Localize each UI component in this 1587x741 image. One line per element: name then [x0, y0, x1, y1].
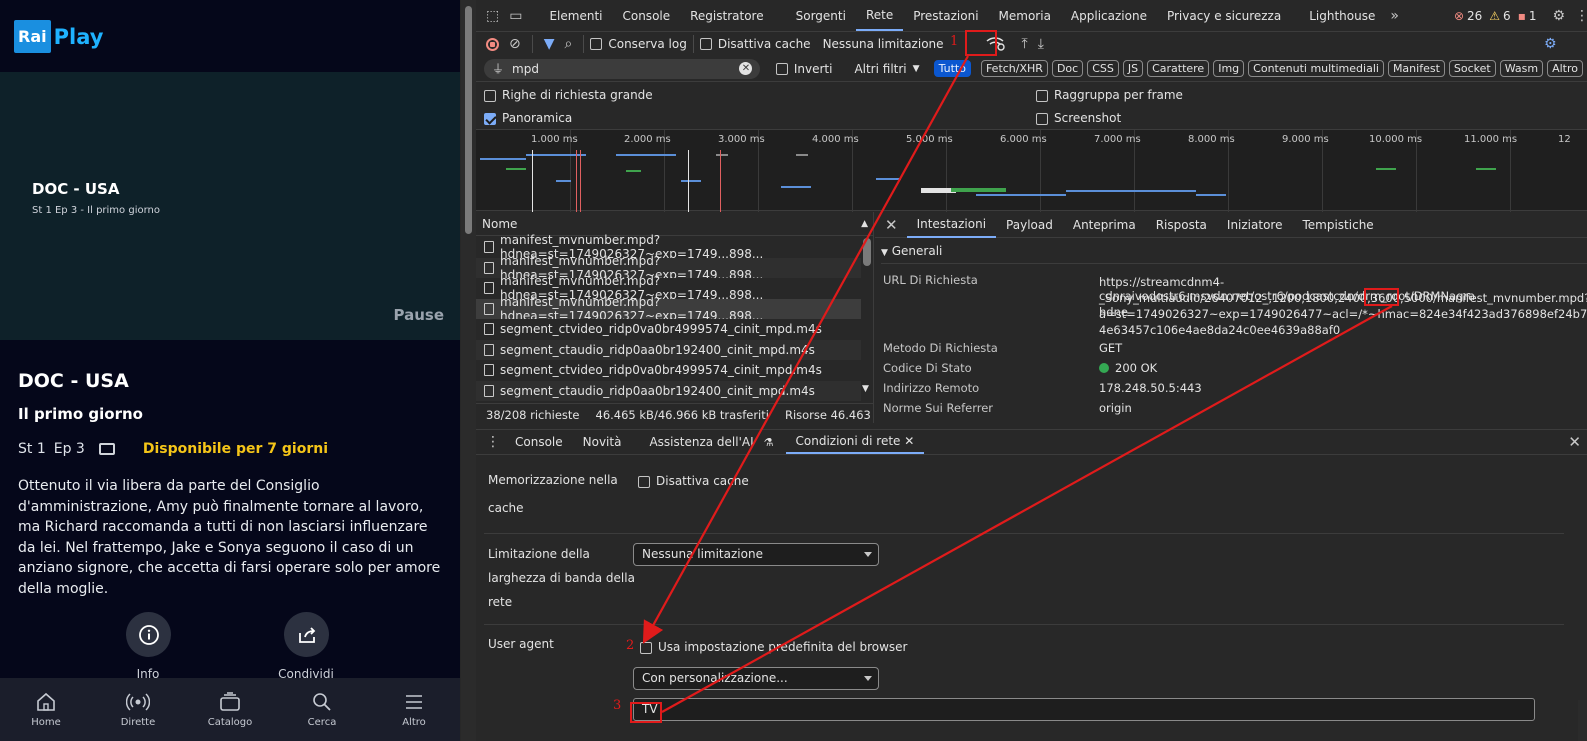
arrow-to-tv: [661, 305, 1393, 713]
arrow-to-checkbox: [642, 55, 969, 644]
annotation-arrows: [642, 55, 1393, 713]
